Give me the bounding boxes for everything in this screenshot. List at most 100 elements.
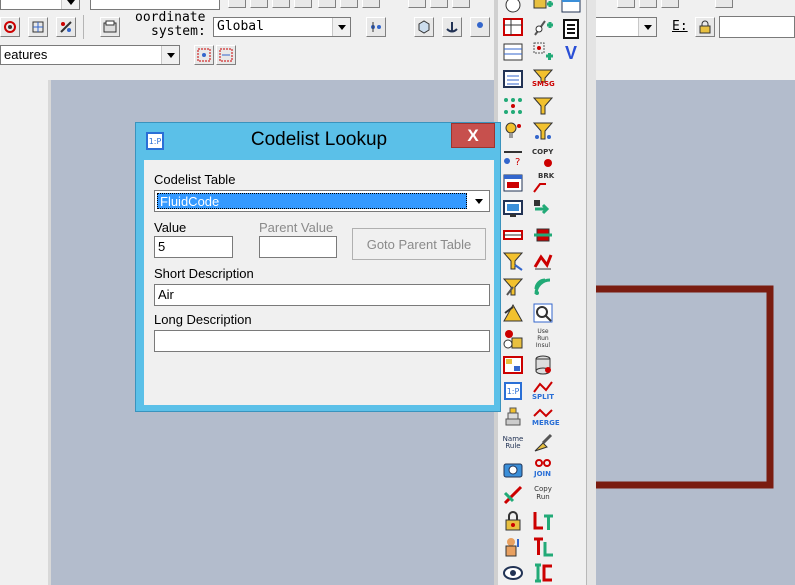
short-description-field[interactable]: Air [154,284,490,306]
copy-icon[interactable]: COPY [532,146,554,168]
chevron-down-icon[interactable] [332,18,350,36]
dots-grid-icon[interactable] [502,95,524,117]
add-pipe-icon[interactable] [532,0,554,16]
top-btn-7[interactable] [362,0,380,8]
lock-user-icon[interactable] [502,328,524,350]
percent-icon[interactable] [56,17,76,37]
merge-label: MERGE [532,419,560,427]
right-top-btn-3[interactable] [661,0,679,8]
top-btn-5[interactable] [318,0,336,8]
filter-search-icon[interactable] [532,302,554,324]
pipe-route-icon[interactable] [502,224,524,246]
top-btn-8[interactable] [408,0,426,8]
grid-snap-icon[interactable] [28,17,48,37]
window-list-icon[interactable] [502,172,524,194]
hammer-icon[interactable] [502,276,524,298]
dialog-title: Codelist Lookup [250,129,388,150]
join-label: JOIN [534,470,552,478]
long-description-label: Long Description [154,312,252,327]
window-icon[interactable] [560,0,582,16]
monitor-icon[interactable] [502,198,524,220]
right-select[interactable] [595,17,657,37]
chevron-down-icon[interactable] [638,18,656,36]
list-icon[interactable] [560,18,582,40]
database-icon[interactable] [532,354,554,376]
one-to-p-icon[interactable]: 1:P [502,380,524,402]
warning-icon[interactable] [502,302,524,324]
color-grid-icon[interactable] [502,354,524,376]
close-button[interactable]: X [451,123,495,148]
chevron-down-icon[interactable] [469,192,488,210]
top-btn-3[interactable] [272,0,290,8]
add-component-icon[interactable] [532,41,554,63]
paint-icon[interactable] [532,432,554,454]
feature-tool-icon-2[interactable] [216,45,236,65]
goto-parent-table-button[interactable]: Goto Parent Table [352,228,486,260]
v-icon[interactable]: V [560,42,582,64]
parent-value-label: Parent Value [259,220,334,235]
wifi-icon[interactable] [532,276,554,298]
right-top-btn-4[interactable] [715,0,733,8]
codelist-table-select[interactable]: FluidCode [154,190,490,212]
bulb-icon[interactable] [502,120,524,142]
split-icon[interactable]: SPLIT [532,380,554,402]
long-description-field[interactable] [154,330,490,352]
move-arrows-icon[interactable] [532,198,554,220]
parent-value-field[interactable] [259,236,337,258]
palette-sep-2 [586,0,596,585]
filter-icon[interactable] [532,95,554,117]
codelist-table-value: FluidCode [157,193,467,209]
coord-tool-icon[interactable] [366,17,386,37]
top-btn-10[interactable] [452,0,470,8]
right-top-btn-1[interactable] [617,0,635,8]
camera-icon[interactable] [502,458,524,480]
route-red-icon[interactable] [502,484,524,506]
target-icon[interactable] [0,17,20,37]
top-btn-4[interactable] [294,0,312,8]
top-btn-2[interactable] [250,0,268,8]
grid-icon[interactable] [502,41,524,63]
cube-icon[interactable] [414,17,434,37]
use-run-insul-label: Use Run Insul [535,328,551,349]
features-select[interactable]: eatures [0,45,180,65]
use-run-insul-icon[interactable]: Use Run Insul [532,328,554,350]
lock-icon[interactable] [695,17,715,37]
name-rule-icon[interactable]: Name Rule [502,432,524,454]
anchor-icon-1[interactable] [442,17,462,37]
connect-icon[interactable]: ? [502,146,524,168]
smsg-icon[interactable]: SMSG [532,68,555,90]
eye-icon[interactable] [502,562,524,584]
palette-icon-c1-0[interactable] [502,0,524,16]
feature-tool-icon-1[interactable] [194,45,214,65]
merge-icon[interactable]: MERGE [532,406,560,428]
valve-icon[interactable] [532,224,554,246]
drawing-canvas-right[interactable] [595,80,795,585]
top-btn-6[interactable] [340,0,358,8]
filter-multi-icon[interactable] [532,120,554,142]
tl-icon[interactable] [532,536,554,558]
funnel-select-icon[interactable] [502,250,524,272]
brk-icon[interactable]: BRK [532,172,554,194]
e-input[interactable] [719,16,795,38]
route-map-icon[interactable] [532,250,554,272]
padlock-icon[interactable] [502,510,524,532]
report-icon[interactable] [502,68,524,90]
join-icon[interactable]: JOIN [532,458,554,480]
top-left-combo[interactable] [0,0,80,10]
value-field[interactable]: 5 [154,236,233,258]
person-tool-icon[interactable] [502,536,524,558]
copy-run-icon[interactable]: Copy Run [532,484,554,506]
ic-icon[interactable] [532,562,554,584]
table-icon[interactable] [502,16,524,38]
stack-icon[interactable] [502,406,524,428]
add-node-icon[interactable] [532,16,554,38]
properties-icon[interactable] [100,17,120,37]
right-top-btn-2[interactable] [639,0,657,8]
top-btn-9[interactable] [430,0,448,8]
lt-icon[interactable] [532,510,554,532]
chevron-down-icon[interactable] [161,46,179,64]
coord-system-select[interactable]: Global [213,17,351,37]
top-btn-1[interactable] [228,0,246,8]
anchor-icon-2[interactable] [470,17,490,37]
top-combo-2[interactable] [90,0,220,10]
